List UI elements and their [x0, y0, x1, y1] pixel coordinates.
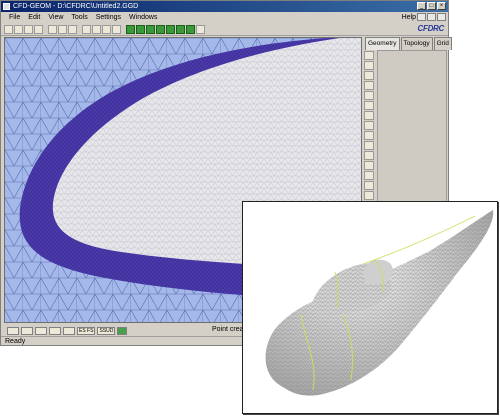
menu-windows[interactable]: Windows — [125, 12, 161, 23]
minimize-button[interactable]: _ — [417, 2, 426, 10]
close-button[interactable]: × — [437, 2, 446, 10]
body-render-inset — [242, 201, 498, 414]
cut-icon[interactable] — [48, 24, 57, 34]
print-icon[interactable] — [34, 24, 43, 34]
tool-icon[interactable] — [7, 326, 19, 335]
settings-icon[interactable] — [196, 24, 205, 34]
open-icon[interactable] — [14, 24, 23, 34]
save-icon[interactable] — [24, 24, 33, 34]
tool-icon[interactable] — [364, 171, 374, 180]
redo-icon[interactable] — [92, 24, 101, 34]
es-fs-button[interactable]: ES FS — [77, 326, 96, 335]
title-bar: CFD-GEOM - D:\CFDRC\Untitled2.GGD _ □ × — [1, 1, 448, 12]
tool-icon[interactable] — [21, 326, 33, 335]
rotate-icon[interactable] — [364, 101, 374, 110]
toolbar-separator — [44, 25, 47, 34]
surface-icon[interactable] — [364, 91, 374, 100]
ssud-button[interactable]: SSUD — [97, 326, 116, 335]
menu-file[interactable]: File — [5, 12, 24, 23]
status-text: Ready — [5, 338, 26, 345]
copy-icon[interactable] — [58, 24, 67, 34]
menu-view[interactable]: View — [44, 12, 67, 23]
mesh-tool-icon[interactable] — [176, 24, 185, 34]
doc-minimize-icon[interactable] — [417, 13, 426, 21]
tab-grid[interactable]: Grid — [433, 37, 452, 50]
maximize-button[interactable]: □ — [427, 2, 436, 10]
tool-icon[interactable] — [364, 131, 374, 140]
zoom-icon[interactable] — [102, 24, 111, 34]
mesh-tool-icon[interactable] — [146, 24, 155, 34]
tab-geometry[interactable]: Geometry — [365, 37, 400, 50]
toolbar-separator — [78, 25, 81, 34]
main-toolbar — [1, 23, 448, 36]
tool-icon[interactable] — [364, 151, 374, 160]
tool-icon[interactable] — [63, 326, 75, 335]
tool-icon[interactable] — [35, 326, 47, 335]
mesh-tool-icon[interactable] — [126, 24, 135, 34]
tab-topology[interactable]: Topology — [400, 37, 433, 50]
menu-edit[interactable]: Edit — [24, 12, 44, 23]
mesh-tool-icon[interactable] — [166, 24, 175, 34]
doc-restore-icon[interactable] — [427, 13, 436, 21]
app-icon — [3, 3, 10, 10]
mesh-tool-icon[interactable] — [156, 24, 165, 34]
line-icon[interactable] — [364, 61, 374, 70]
arc-icon[interactable] — [364, 71, 374, 80]
panel-tabs: Geometry Topology Grid — [365, 37, 453, 50]
menu-tools[interactable]: Tools — [67, 12, 91, 23]
tool-icon[interactable] — [49, 326, 61, 335]
window-controls: _ □ × — [417, 2, 446, 10]
curve-icon[interactable] — [364, 81, 374, 90]
pan-icon[interactable] — [364, 121, 374, 130]
tool-icon[interactable] — [364, 141, 374, 150]
mesh-tool-icon[interactable] — [186, 24, 195, 34]
body-render — [265, 210, 494, 396]
mesh-tool-icon[interactable] — [136, 24, 145, 34]
toolbar-separator — [122, 25, 125, 34]
document-controls — [417, 13, 446, 21]
grid-icon[interactable] — [112, 24, 121, 34]
menu-bar: File Edit View Tools Settings Windows He… — [1, 12, 448, 23]
window-title: CFD-GEOM - D:\CFDRC\Untitled2.GGD — [13, 3, 139, 10]
tool-icon[interactable] — [364, 191, 374, 200]
display-icon[interactable] — [117, 326, 128, 335]
doc-close-icon[interactable] — [437, 13, 446, 21]
brand-logo: CFDRC — [417, 24, 445, 33]
blister-shape — [363, 259, 393, 285]
point-icon[interactable] — [364, 51, 374, 60]
menu-settings[interactable]: Settings — [92, 12, 125, 23]
tool-icon[interactable] — [364, 181, 374, 190]
paste-icon[interactable] — [68, 24, 77, 34]
new-icon[interactable] — [4, 24, 13, 34]
undo-icon[interactable] — [82, 24, 91, 34]
zoom-icon[interactable] — [364, 111, 374, 120]
tool-icon[interactable] — [364, 161, 374, 170]
